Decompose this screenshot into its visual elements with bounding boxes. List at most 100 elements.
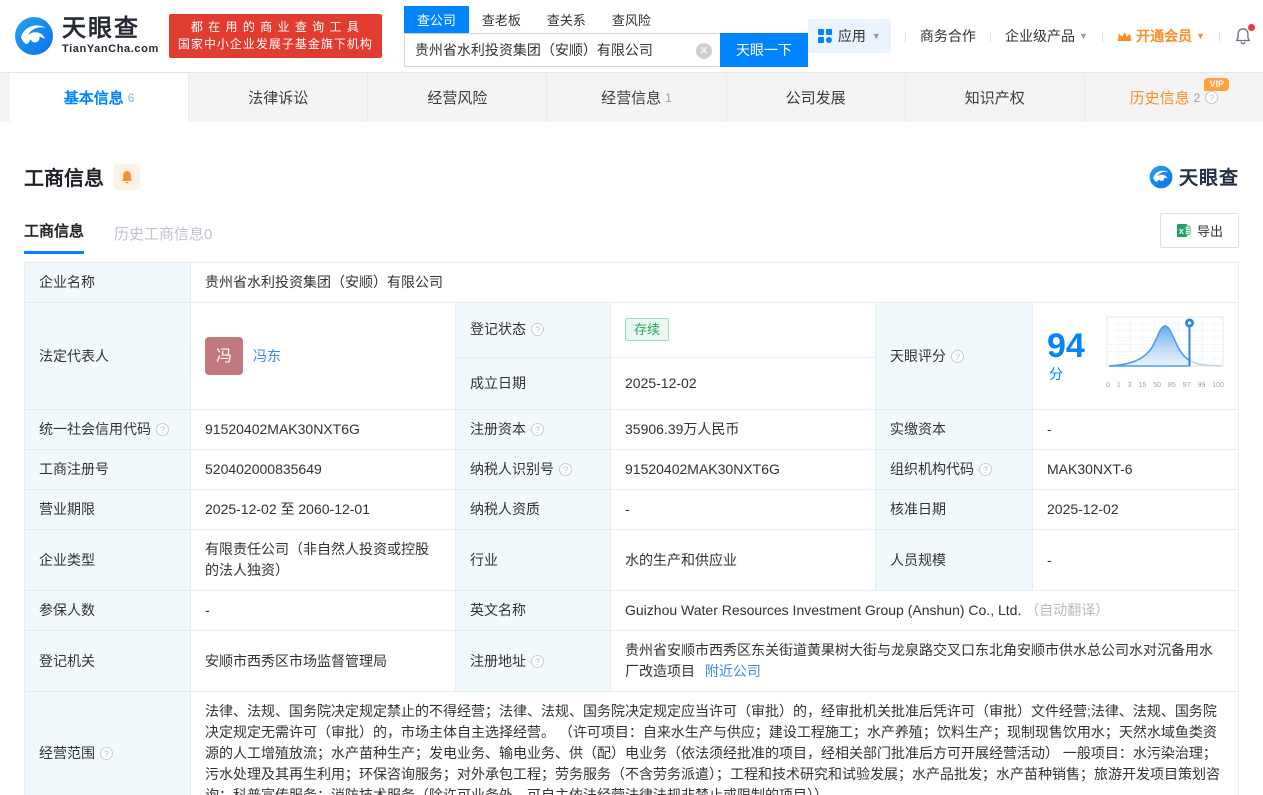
field-label: 企业名称 [25, 263, 191, 303]
field-label: 法定代表人 [25, 303, 191, 410]
menu-open-vip[interactable]: 开通会员 ▼ [1117, 26, 1205, 46]
tab-basic-info[interactable]: 基本信息 6 [10, 73, 189, 122]
menu-enterprise-products[interactable]: 企业级产品 ▼ [1005, 26, 1088, 46]
insured-count-value: - [191, 591, 456, 631]
field-label: 行业 [456, 530, 611, 591]
field-label: 核准日期 [876, 490, 1033, 530]
field-label-text: 天眼评分 [890, 348, 946, 364]
field-label-text: 组织机构代码 [890, 461, 974, 477]
score-axis-ticks: 0131550859799100 [1106, 375, 1224, 396]
score-axis-tick: 3 [1128, 375, 1132, 396]
help-icon[interactable]: ? [531, 655, 544, 668]
menu-cooperation[interactable]: 商务合作 [920, 26, 976, 46]
clear-search-icon[interactable]: ✕ [696, 43, 712, 59]
logo-text-en: TianYanCha.com [62, 43, 159, 55]
credit-code-value: 91520402MAK30NXT6G [191, 410, 456, 450]
help-icon[interactable]: ? [559, 463, 572, 476]
table-row: 统一社会信用代码? 91520402MAK30NXT6G 注册资本? 35906… [25, 410, 1239, 450]
reg-address-cell: 贵州省安顺市西秀区东关街道黄果树大街与龙泉路交叉口东北角安顺市供水总公司水对沉备… [611, 631, 1239, 692]
search-tab-boss[interactable]: 查老板 [469, 6, 534, 33]
page-header: 天眼查 TianYanCha.com 都 在 用 的 商 业 查 询 工 具 国… [0, 0, 1263, 72]
establish-date-value: 2025-12-02 [611, 357, 876, 409]
section-title: 工商信息 [24, 162, 104, 191]
notifications-bell[interactable] [1234, 27, 1252, 45]
avatar: 冯 [205, 337, 243, 375]
legal-rep-link[interactable]: 冯东 [253, 346, 281, 367]
score-axis-tick: 97 [1183, 375, 1191, 396]
tab-history-info[interactable]: VIP 历史信息 2 ? [1085, 73, 1263, 122]
help-icon[interactable]: ? [951, 350, 964, 363]
nearby-companies-link[interactable]: 附近公司 [705, 663, 761, 679]
company-type-value: 有限责任公司（非自然人投资或控股的法人独资） [191, 530, 456, 591]
help-icon[interactable]: ? [156, 423, 169, 436]
tab-company-development[interactable]: 公司发展 [727, 73, 906, 122]
menu-divider: | [904, 29, 907, 43]
tab-intellectual-property-label: 知识产权 [965, 87, 1025, 108]
subtab-history-business-info[interactable]: 历史工商信息0 [114, 223, 212, 254]
watermark-text: 天眼查 [1179, 163, 1239, 190]
top-menu: 应用 ▼ | 商务合作 | 企业级产品 ▼ | 开通会员 ▼ | [808, 19, 1263, 53]
tab-business-info-label: 经营信息 [601, 87, 661, 108]
business-term-value: 2025-12-02 至 2060-12-01 [191, 490, 456, 530]
apps-grid-icon [818, 29, 832, 43]
menu-apps-label: 应用 [838, 26, 866, 46]
subscribe-bell-button[interactable] [114, 164, 140, 190]
field-label: 工商注册号 [25, 450, 191, 490]
header-search: 查公司 查老板 查关系 查风险 ✕ 天眼一下 [404, 6, 808, 67]
tab-legal-litigation[interactable]: 法律诉讼 [189, 73, 368, 122]
field-label-text: 统一社会信用代码 [39, 421, 151, 437]
status-badge: 存续 [625, 318, 669, 341]
help-icon[interactable]: ? [979, 463, 992, 476]
staff-size-value: - [1033, 530, 1239, 591]
search-tab-risk[interactable]: 查风险 [599, 6, 664, 33]
export-button-label: 导出 [1197, 221, 1223, 240]
field-label: 组织机构代码? [876, 450, 1033, 490]
menu-divider: | [989, 29, 992, 43]
subtab-business-info[interactable]: 工商信息 [24, 220, 84, 254]
industry-value: 水的生产和供应业 [611, 530, 876, 591]
tab-intellectual-property[interactable]: 知识产权 [906, 73, 1085, 122]
approval-date-value: 2025-12-02 [1033, 490, 1239, 530]
english-name-value: Guizhou Water Resources Investment Group… [625, 602, 1021, 618]
paid-capital-value: - [1033, 410, 1239, 450]
score-axis-tick: 99 [1197, 375, 1205, 396]
score-axis-tick: 0 [1106, 375, 1110, 396]
field-label: 英文名称 [456, 591, 611, 631]
search-tab-company[interactable]: 查公司 [404, 6, 469, 33]
taxpayer-quality-value: - [611, 490, 876, 530]
tyc-score-cell: 94分 [1033, 303, 1239, 410]
score-marker-pin-dot [1188, 321, 1191, 324]
tab-business-info[interactable]: 经营信息 1 [547, 73, 726, 122]
help-icon[interactable]: ? [531, 323, 544, 336]
tianyancha-logo[interactable]: 天眼查 TianYanCha.com [14, 16, 159, 56]
field-label: 参保人数 [25, 591, 191, 631]
business-scope-value: 法律、法规、国务院决定规定禁止的不得经营；法律、法规、国务院决定规定应当许可（审… [191, 692, 1239, 795]
field-label-text: 注册地址 [470, 653, 526, 669]
score-unit: 分 [1049, 366, 1063, 382]
search-input[interactable] [405, 34, 720, 66]
menu-cooperation-label: 商务合作 [920, 26, 976, 46]
tab-operating-risk[interactable]: 经营风险 [368, 73, 547, 122]
help-icon[interactable]: ? [1205, 91, 1218, 104]
search-button[interactable]: 天眼一下 [720, 33, 808, 67]
menu-apps[interactable]: 应用 ▼ [808, 19, 891, 53]
search-tabs: 查公司 查老板 查关系 查风险 [404, 6, 808, 33]
score-value: 94分 [1047, 328, 1096, 385]
tab-company-development-label: 公司发展 [786, 87, 846, 108]
tab-basic-info-label: 基本信息 [64, 87, 124, 108]
menu-enterprise-label: 企业级产品 [1005, 26, 1075, 46]
help-icon[interactable]: ? [100, 747, 113, 760]
search-tab-relation[interactable]: 查关系 [534, 6, 599, 33]
field-label: 纳税人资质 [456, 490, 611, 530]
score-distribution-chart: 0131550859799100 [1106, 316, 1224, 396]
table-row: 登记机关 安顺市西秀区市场监督管理局 注册地址? 贵州省安顺市西秀区东关街道黄果… [25, 631, 1239, 692]
table-row: 法定代表人 冯 冯东 登记状态? 存续 天眼评分? 94分 [25, 303, 1239, 358]
field-label-text: 登记状态 [470, 321, 526, 337]
english-name-cell: Guizhou Water Resources Investment Group… [611, 591, 1239, 631]
chevron-down-icon: ▼ [1079, 31, 1088, 41]
field-label-text: 注册资本 [470, 421, 526, 437]
export-button[interactable]: X 导出 [1160, 213, 1239, 248]
help-icon[interactable]: ? [531, 423, 544, 436]
score-axis-tick: 1 [1117, 375, 1121, 396]
score-curve-svg [1106, 316, 1224, 368]
